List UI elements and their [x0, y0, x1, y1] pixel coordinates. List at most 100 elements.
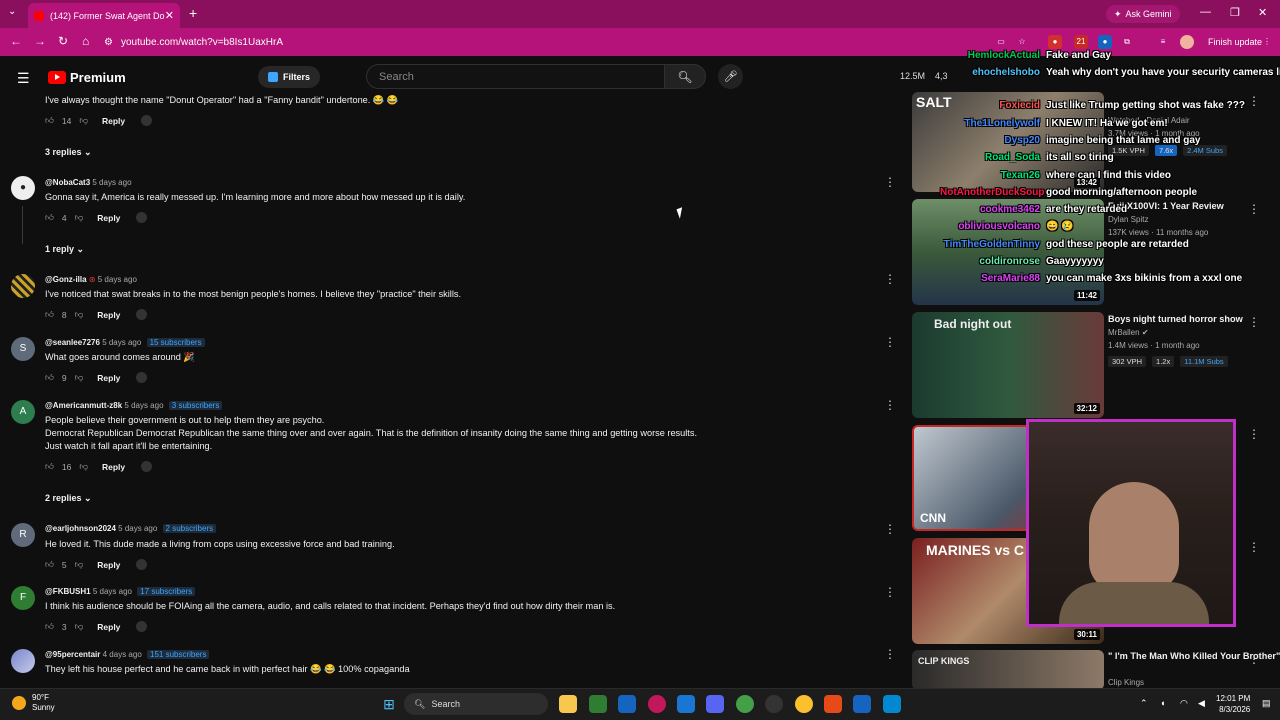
dislike-icon[interactable]: 👎︎ — [79, 115, 88, 126]
comment-author[interactable]: @earljohnson2024 — [45, 524, 116, 533]
obs-icon[interactable] — [765, 695, 783, 713]
steam-icon[interactable] — [618, 695, 636, 713]
comment-author[interactable]: @seanlee7276 — [45, 338, 100, 347]
video-thumbnail[interactable]: CLIP KINGS — [912, 650, 1104, 690]
comment-time[interactable]: 5 days ago — [98, 275, 137, 284]
new-tab-icon[interactable]: + — [189, 5, 197, 21]
comment-menu-icon[interactable]: ⋮ — [884, 647, 896, 661]
back-icon[interactable]: ← — [10, 34, 22, 48]
like-icon[interactable]: 👍︎ — [45, 621, 54, 632]
browser-menu-icon[interactable]: ⋮ — [1260, 35, 1274, 49]
dislike-icon[interactable]: 👎︎ — [75, 372, 84, 383]
speaker-icon[interactable]: ◀ — [1198, 698, 1205, 709]
video-title[interactable]: Boys night turned horror show — [1108, 313, 1243, 325]
app-icon-5[interactable] — [883, 695, 901, 713]
replies-toggle[interactable]: 2 replies ⌄ — [45, 493, 92, 504]
filters-button[interactable]: Filters — [258, 66, 321, 88]
video-menu-icon[interactable]: ⋮ — [1248, 94, 1260, 108]
comment-author[interactable]: @95percentair — [45, 650, 100, 659]
comment-menu-icon[interactable]: ⋮ — [884, 175, 896, 189]
ask-gemini-button[interactable]: ✦ Ask Gemini — [1106, 5, 1180, 23]
dislike-icon[interactable]: 👎︎ — [75, 559, 84, 570]
browser-tab[interactable]: (142) Former Swat Agent Donut ✕ — [28, 3, 180, 28]
avatar[interactable] — [11, 274, 35, 298]
wifi-icon[interactable]: ◠ — [1180, 698, 1188, 709]
chrome-icon[interactable] — [648, 695, 666, 713]
comment-time[interactable]: 5 days ago — [92, 178, 131, 187]
comment-time[interactable]: 5 days ago — [102, 338, 141, 347]
reply-button[interactable]: Reply — [102, 462, 125, 472]
dislike-icon[interactable]: 👎︎ — [75, 621, 84, 632]
steam-icon-2[interactable] — [853, 695, 871, 713]
app-icon-3[interactable] — [736, 695, 754, 713]
search-input[interactable]: Search — [366, 64, 664, 89]
comment-menu-icon[interactable]: ⋮ — [884, 522, 896, 536]
comment-time[interactable]: 5 days ago — [118, 524, 157, 533]
avatar[interactable]: S — [11, 337, 35, 361]
like-icon[interactable]: 👍︎ — [45, 212, 54, 223]
extension-badge-icon[interactable]: 21 — [1074, 35, 1088, 49]
reading-list-icon[interactable]: ≡ — [1156, 35, 1170, 49]
dislike-icon[interactable]: 👎︎ — [75, 309, 84, 320]
avatar[interactable] — [11, 649, 35, 673]
close-window-icon[interactable]: ✕ — [1258, 6, 1267, 19]
forward-icon[interactable]: → — [34, 34, 46, 48]
tray-app-icon[interactable]: ◖ — [1160, 698, 1165, 708]
video-channel[interactable]: Dylan Spitz — [1108, 215, 1148, 224]
app-icon-2[interactable] — [677, 695, 695, 713]
video-channel-row[interactable]: MrBallen ✔ — [1108, 328, 1149, 337]
video-channel[interactable]: MrBallen — [1108, 328, 1140, 337]
app-icon-4[interactable] — [824, 695, 842, 713]
extensions-puzzle-icon[interactable]: ⧉ — [1120, 35, 1134, 49]
reply-button[interactable]: Reply — [102, 116, 125, 126]
weather-widget[interactable]: 90°F Sunny — [12, 693, 55, 713]
reply-button[interactable]: Reply — [97, 310, 120, 320]
avatar[interactable]: F — [11, 586, 35, 610]
reply-button[interactable]: Reply — [97, 622, 120, 632]
video-menu-icon[interactable]: ⋮ — [1248, 202, 1260, 216]
app-icon[interactable] — [589, 695, 607, 713]
like-icon[interactable]: 👍︎ — [45, 372, 54, 383]
comment-menu-icon[interactable]: ⋮ — [884, 398, 896, 412]
discord-icon[interactable] — [706, 695, 724, 713]
dislike-icon[interactable]: 👎︎ — [79, 461, 88, 472]
menu-hamburger-icon[interactable]: ☰ — [17, 70, 30, 87]
like-icon[interactable]: 👍︎ — [45, 309, 54, 320]
comment-menu-icon[interactable]: ⋮ — [884, 272, 896, 286]
comment-author[interactable]: @NobaCat3 — [45, 178, 90, 187]
youtube-premium-logo[interactable]: Premium — [48, 70, 126, 85]
cast-icon[interactable]: ▭ — [994, 35, 1008, 49]
taskbar-search[interactable]: 🔍︎ Search — [404, 693, 548, 715]
comment-author[interactable]: @Americanmutt-z8k — [45, 401, 122, 410]
comment-time[interactable]: 5 days ago — [124, 401, 163, 410]
voice-search-button[interactable]: 🎤︎ — [718, 64, 743, 89]
reply-button[interactable]: Reply — [97, 560, 120, 570]
comment-menu-icon[interactable]: ⋮ — [884, 585, 896, 599]
profile-avatar[interactable] — [1180, 35, 1194, 49]
system-clock[interactable]: 12:01 PM 8/3/2026 — [1216, 693, 1250, 715]
video-menu-icon[interactable]: ⋮ — [1248, 315, 1260, 329]
tab-list-chevron-icon[interactable]: ⌄ — [8, 6, 16, 17]
comment-author[interactable]: @Gonz-illa — [45, 275, 87, 284]
video-channel[interactable]: Clip Kings — [1108, 678, 1144, 687]
home-icon[interactable]: ⌂ — [82, 34, 89, 48]
dislike-icon[interactable]: 👎︎ — [75, 212, 84, 223]
like-icon[interactable]: 👍︎ — [45, 559, 54, 570]
chrome-icon-2[interactable] — [795, 695, 813, 713]
video-thumbnail[interactable]: Bad night out 32:12 — [912, 312, 1104, 418]
site-info-icon[interactable]: ⚙ — [104, 37, 113, 48]
video-menu-icon[interactable]: ⋮ — [1248, 540, 1260, 554]
reload-icon[interactable]: ↻ — [58, 34, 68, 48]
reply-button[interactable]: Reply — [97, 213, 120, 223]
extension-icon-2[interactable]: ● — [1098, 35, 1112, 49]
extension-icon[interactable]: ● — [1048, 35, 1062, 49]
replies-toggle[interactable]: 1 reply ⌄ — [45, 244, 84, 255]
notification-icon[interactable]: ▤ — [1262, 698, 1271, 709]
replies-toggle[interactable]: 3 replies ⌄ — [45, 147, 92, 158]
like-icon[interactable]: 👍︎ — [45, 115, 54, 126]
comment-menu-icon[interactable]: ⋮ — [884, 335, 896, 349]
tray-chevron-icon[interactable]: ⌃ — [1140, 698, 1148, 709]
maximize-icon[interactable]: ❐ — [1230, 6, 1240, 19]
video-menu-icon[interactable]: ⋮ — [1248, 427, 1260, 441]
comment-time[interactable]: 5 days ago — [93, 587, 132, 596]
